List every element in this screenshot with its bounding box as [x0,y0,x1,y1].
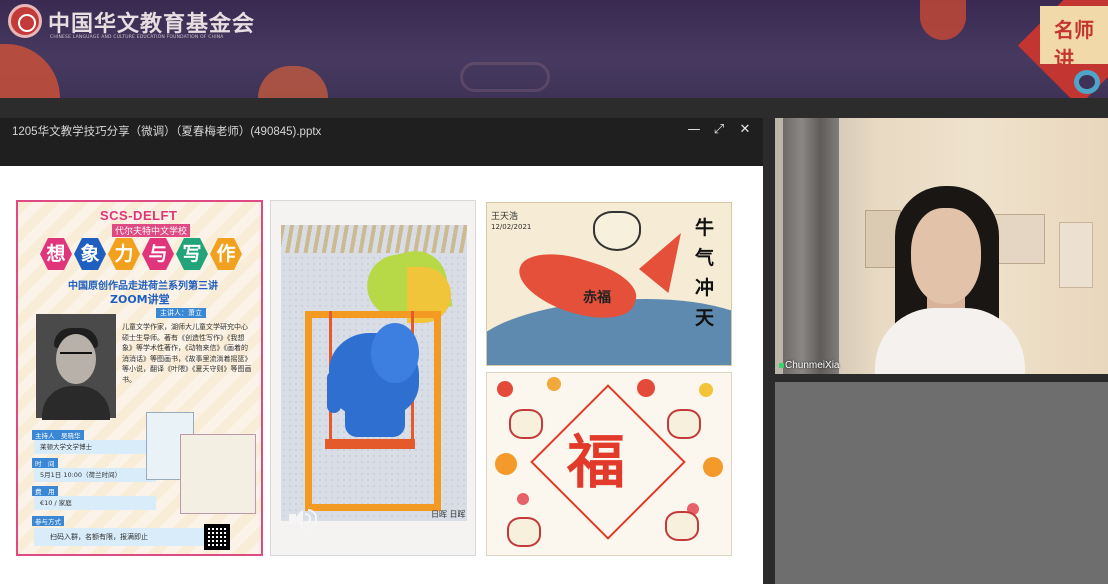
poster-speaker-bio: 儿童文学作家，湖师大儿童文学研究中心硕士生导师。著有《创造性写作》《我想象》等学… [122,323,252,384]
window-titlebar[interactable]: 1205华文教学技巧分享（微调）（夏春梅老师）(490845).pptx — ⤢… [0,118,763,166]
close-button[interactable]: ✕ [737,122,753,138]
lantern-icon [497,381,513,397]
audio-indicator-icon [779,363,784,368]
lantern-icon [637,379,655,397]
participant-face [911,208,981,304]
hex-char: 写 [176,238,208,270]
window-title: 1205华文教学技巧分享（微调）（夏春梅老师）(490845).pptx [12,126,322,138]
participant-video-tile[interactable]: ChunmeiXia [775,118,1108,374]
poster-subtitle: 中国原创作品走进荷兰系列第三讲 [68,281,218,292]
speaker-photo [36,314,116,420]
fish-artwork: 王天浩 12/02/2021 赤福 牛 气 冲 天 [486,202,732,366]
divider [0,98,1108,118]
speaker-body [42,386,110,420]
artwork-date: 12/02/2021 [491,223,532,231]
poster-title-hexagons: 想 象 力 与 写 作 [40,238,250,272]
org-name-cn: 中国华文教育基金会 [48,11,256,37]
speaker-glasses [60,352,92,360]
participant-name: ChunmeiXia [785,360,840,371]
book-cover [180,434,256,514]
fish-caption: 赤福 [583,290,611,306]
qr-code-icon [204,524,230,550]
foundation-logo-icon [8,4,42,38]
elephant-legs [345,407,405,437]
lecture-poster: SCS-DELFT 代尔夫特中文学校 想 象 力 与 写 作 中国原创作品走进荷… [16,200,263,556]
hex-char: 与 [142,238,174,270]
phrase-char: 冲 [695,277,715,299]
decorative-shape [258,66,328,98]
ox-drawing [507,517,541,547]
hex-char: 象 [74,238,106,270]
empty-video-tile[interactable] [775,382,1108,584]
poster-host-value: 莱顿大学文学博士 [34,440,156,454]
wall-poster [1059,222,1093,288]
poster-school-name: 代尔夫特中文学校 [112,224,191,237]
hex-char: 作 [210,238,242,270]
phrase-char: 牛 [695,217,715,239]
gold-texture [281,225,467,253]
ox-drawing [509,409,543,439]
poster-join-label: 参与方式 [32,516,64,526]
hex-char: 力 [108,238,140,270]
minimize-button[interactable]: — [686,122,702,138]
speaker-cone [294,509,303,529]
decorative-shape [0,44,60,98]
swing-seat [325,439,415,449]
poster-join-value: 扫码入群，名额有限，报满即止 [34,528,206,546]
phrase-char: 气 [695,247,715,269]
foundation-banner: 中国华文教育基金会 CHINESE LANGUAGE AND CULTURE E… [0,0,1108,98]
zoom-meeting-view: 中国华文教育基金会 CHINESE LANGUAGE AND CULTURE E… [0,0,1108,584]
fish-tail [639,233,681,293]
elephant-artwork: 日晖 日晖 [270,200,476,556]
vertical-phrase: 牛 气 冲 天 [695,213,719,333]
poster-fee-value: €10 / 家庭 [34,496,156,510]
decorative-shape [920,0,966,40]
presentation-window[interactable]: 1205华文教学技巧分享（微调）（夏春梅老师）(490845).pptx — ⤢… [0,118,763,584]
poster-host-label: 主持人 吴晓华 [32,430,84,440]
poster-scs-logo: SCS-DELFT [100,208,178,223]
org-name-en: CHINESE LANGUAGE AND CULTURE EDUCATION F… [50,35,224,40]
poster-time-label: 时 间 [32,458,58,468]
badge-text: 名师讲 [1054,18,1094,71]
poster-speaker-label: 主讲人：萧立 [156,308,206,318]
slide-canvas: SCS-DELFT 代尔夫特中文学校 想 象 力 与 写 作 中国原创作品走进荷… [0,166,763,584]
ox-drawing [665,511,699,541]
elephant-trunk [327,371,341,413]
orange-fruit-icon [703,457,723,477]
poster-zoom-label: ZOOM讲堂 [110,293,170,306]
cloud-ornament [460,62,550,92]
lantern-icon [699,383,713,397]
flower-icon [517,493,529,505]
speaker-icon[interactable] [287,507,317,531]
spiral-ornament-icon [1074,70,1100,94]
fu-artwork: 福 [486,372,732,556]
poster-time-value: 5月1日 10:00（荷兰时间） [34,468,156,482]
artwork-signature: 日晖 日晖 [431,510,466,519]
hex-char: 想 [40,238,72,270]
lantern-icon [547,377,561,391]
fu-character: 福 [567,428,626,496]
restore-button[interactable]: ⤢ [711,122,727,138]
phrase-char: 天 [695,307,715,329]
ox-drawing [593,211,641,251]
elephant-ear [371,323,419,383]
orange-fruit-icon [495,453,517,475]
ox-drawing [667,409,701,439]
artist-name: 王天浩 [491,212,519,222]
poster-fee-label: 费 用 [32,486,58,496]
curtain [783,118,839,374]
